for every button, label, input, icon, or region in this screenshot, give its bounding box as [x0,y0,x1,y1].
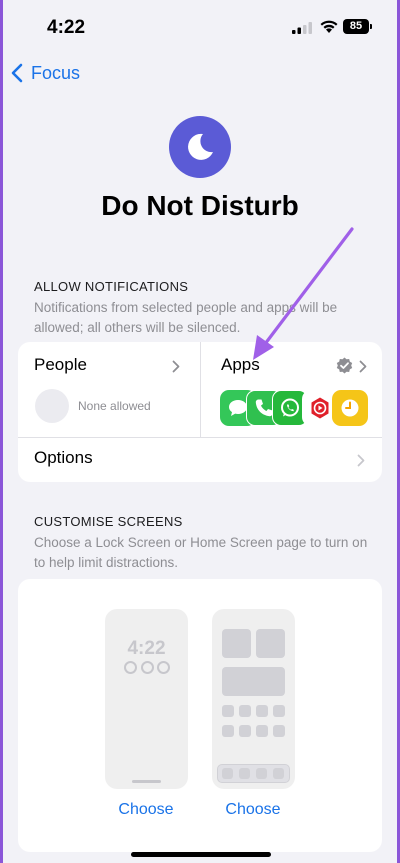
cellular-signal-icon [292,22,312,34]
back-button[interactable]: Focus [11,60,80,86]
people-status: None allowed [78,399,151,413]
people-cell[interactable]: People None allowed [18,342,200,437]
lock-widgets [124,661,170,675]
lock-preview-time: 4:22 [127,638,166,659]
widget-placeholder [222,667,285,696]
screens-card: 4:22 Choose Choose [18,579,382,852]
wifi-icon [320,20,338,33]
verified-badge-icon [336,357,353,374]
chevron-right-icon [359,360,367,373]
home-screen-preview[interactable] [212,609,295,789]
app-placeholder [239,705,251,717]
widget-placeholder [256,629,285,658]
battery-tip [370,24,372,29]
page-title: Do Not Disturb [101,190,299,221]
app-placeholder [273,725,285,737]
apps-label: Apps [221,355,260,374]
app-placeholder [256,705,268,717]
clock-app-icon [332,390,368,426]
status-time: 4:22 [47,17,86,38]
focus-mode-icon [169,116,231,178]
moon-icon [188,133,213,160]
battery-icon: 85 [343,19,369,34]
app-placeholder [222,725,234,737]
chevron-left-icon [11,63,23,83]
avatar-placeholder [35,389,69,423]
lock-screen-preview[interactable]: 4:22 [105,609,188,789]
phone-screen: 4:22 85 Focus Do Not Disturb ALLOW NOTIF… [3,0,397,863]
app-placeholder [222,705,234,717]
allow-notifications-description: Notifications from selected people and a… [34,300,338,335]
people-label: People [34,355,87,374]
chevron-right-icon [172,360,180,373]
chevron-right-icon [357,454,365,467]
allowed-apps-row [220,390,370,426]
home-indicator [131,852,271,857]
customise-screens-description: Choose a Lock Screen or Home Screen page… [34,535,368,570]
app-placeholder [256,725,268,737]
app-placeholder [273,705,285,717]
allow-notifications-heading: ALLOW NOTIFICATIONS [34,279,189,294]
apps-cell[interactable]: Apps [201,342,382,437]
choose-home-screen-button[interactable]: Choose [203,801,303,819]
notifications-card: People None allowed Apps Options [18,342,382,482]
options-label: Options [34,448,93,467]
back-label: Focus [31,62,81,83]
widget-placeholder [222,629,251,658]
choose-lock-screen-button[interactable]: Choose [96,801,196,819]
lock-home-bar [132,780,161,783]
customise-screens-heading: CUSTOMISE SCREENS [34,514,183,529]
options-row[interactable]: Options [18,438,382,482]
app-placeholder [239,725,251,737]
dock-placeholder [217,764,290,783]
